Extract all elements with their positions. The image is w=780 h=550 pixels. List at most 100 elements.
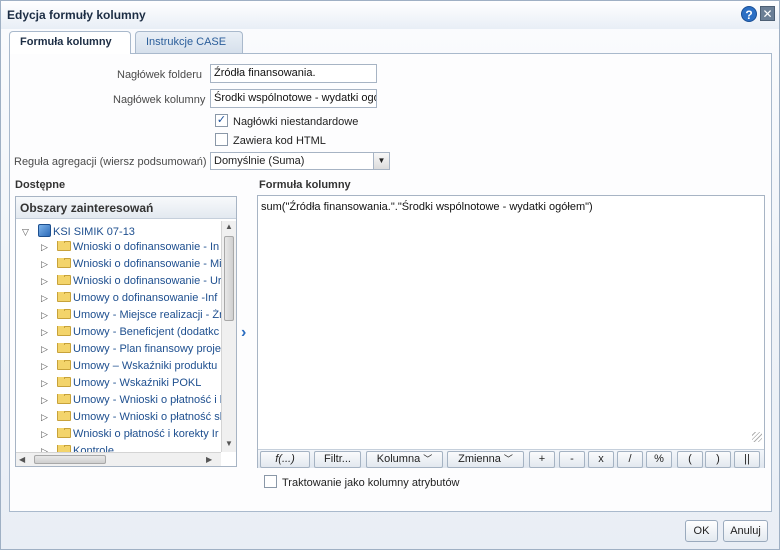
minus-operator-button[interactable]: - xyxy=(559,451,585,468)
collapsed-triangle-icon[interactable]: ▷ xyxy=(41,310,57,321)
tree-folder-item[interactable]: ▷ Umowy - Wskaźniki POKL xyxy=(41,377,233,393)
aggregation-rule-value: Domyślnie (Suma) xyxy=(214,155,305,167)
scroll-up-arrow-icon[interactable]: ▲ xyxy=(225,222,233,231)
tree-folder-item[interactable]: ▷ Umowy – Wskaźniki produktu i xyxy=(41,360,233,376)
chevron-down-icon[interactable]: ▼ xyxy=(373,153,389,169)
custom-headers-label: Nagłówki niestandardowe xyxy=(233,116,359,128)
edit-column-formula-dialog: Edycja formuły kolumny ? ✕ Formuła kolum… xyxy=(0,0,780,550)
folder-icon xyxy=(57,394,71,404)
horizontal-scroll-thumb[interactable] xyxy=(34,455,106,464)
scroll-left-arrow-icon[interactable]: ◀ xyxy=(19,455,25,464)
tree-folder-item[interactable]: ▷ Umowy - Beneficjent (dodatkc xyxy=(41,326,233,342)
close-icon[interactable]: ✕ xyxy=(760,6,775,21)
move-right-arrow-icon[interactable]: › xyxy=(241,324,246,342)
tree-folder-item[interactable]: ▷ Umowy - Wnioski o płatność sl xyxy=(41,411,233,427)
formula-editor[interactable]: sum("Źródła finansowania."."Środki wspól… xyxy=(257,195,765,468)
collapsed-triangle-icon[interactable]: ▷ xyxy=(41,327,57,338)
subject-areas-header: Obszary zainteresowań xyxy=(16,197,236,219)
folder-label: Umowy - Beneficjent (dodatkc xyxy=(73,326,220,338)
folder-icon xyxy=(57,292,71,302)
collapsed-triangle-icon[interactable]: ▷ xyxy=(41,395,57,406)
tree-horizontal-scrollbar[interactable]: ◀ ▶ xyxy=(16,452,221,466)
tree-root-node[interactable]: ▽ KSI SIMIK 07-13 xyxy=(22,224,135,240)
folder-header-input[interactable]: Źródła finansowania. xyxy=(210,64,377,83)
dialog-title: Edycja formuły kolumny xyxy=(7,8,146,22)
folder-label: Wnioski o dofinansowanie - In xyxy=(73,241,220,253)
tab-case-statements[interactable]: Instrukcje CASE xyxy=(135,31,243,53)
tree-folder-item[interactable]: ▷ Wnioski o dofinansowanie - In xyxy=(41,241,233,257)
formula-toolbar: f(...) Filtr... Kolumna ﹀ Zmienna ﹀ + - x … xyxy=(258,449,764,468)
folder-icon xyxy=(57,309,71,319)
chevron-down-icon: ﹀ xyxy=(423,454,433,464)
folder-icon xyxy=(57,326,71,336)
collapsed-triangle-icon[interactable]: ▷ xyxy=(41,344,57,355)
aggregation-rule-select[interactable]: Domyślnie (Suma) ▼ xyxy=(210,152,390,170)
aggregation-rule-label: Reguła agregacji (wiersz podsumowań) xyxy=(14,156,207,168)
filter-button[interactable]: Filtr... xyxy=(314,451,361,468)
collapsed-triangle-icon[interactable]: ▷ xyxy=(41,429,57,440)
available-heading: Dostępne xyxy=(15,179,66,191)
folder-label: Umowy - Wnioski o płatność i l xyxy=(73,394,223,406)
expanded-triangle-icon[interactable]: ▽ xyxy=(22,227,38,238)
attribute-columns-checkbox[interactable] xyxy=(264,475,277,488)
tree-folder-item[interactable]: ▷ Wnioski o dofinansowanie - Mi xyxy=(41,258,233,274)
variable-menu-label: Zmienna xyxy=(458,453,501,465)
concat-operator-button[interactable]: || xyxy=(734,451,760,468)
column-menu-button[interactable]: Kolumna ﹀ xyxy=(366,451,443,468)
column-header-input[interactable]: Środki wspólnotowe - wydatki ogó xyxy=(210,89,377,108)
folder-label: Wnioski o dofinansowanie - Ur xyxy=(73,275,222,287)
tree-folder-item[interactable]: ▷ Wnioski o dofinansowanie - Ur xyxy=(41,275,233,291)
tree-folder-item[interactable]: ▷ Umowy - Wnioski o płatność i l xyxy=(41,394,233,410)
cancel-button[interactable]: Anuluj xyxy=(723,520,768,542)
folder-header-label: Nagłówek folderu xyxy=(117,69,202,81)
scroll-down-arrow-icon[interactable]: ▼ xyxy=(225,439,233,448)
percent-operator-button[interactable]: % xyxy=(646,451,672,468)
plus-operator-button[interactable]: + xyxy=(529,451,555,468)
tree-folder-item[interactable]: ▷ Umowy o dofinansowanie -Inf xyxy=(41,292,233,308)
collapsed-triangle-icon[interactable]: ▷ xyxy=(41,242,57,253)
tree-vertical-scrollbar[interactable]: ▲ ▼ xyxy=(221,221,236,452)
tab-column-formula[interactable]: Formuła kolumny xyxy=(9,31,131,54)
column-header-label: Nagłówek kolumny xyxy=(113,94,206,106)
folder-label: Umowy - Plan finansowy proje xyxy=(73,343,221,355)
contains-html-checkbox[interactable] xyxy=(215,133,228,146)
tree-root-label: KSI SIMIK 07-13 xyxy=(53,226,135,238)
collapsed-triangle-icon[interactable]: ▷ xyxy=(41,276,57,287)
collapsed-triangle-icon[interactable]: ▷ xyxy=(41,361,57,372)
folder-label: Umowy o dofinansowanie -Inf xyxy=(73,292,218,304)
scroll-right-arrow-icon[interactable]: ▶ xyxy=(206,455,212,464)
tree-folder-item[interactable]: ▷ Umowy - Plan finansowy proje xyxy=(41,343,233,359)
divide-operator-button[interactable]: / xyxy=(617,451,643,468)
folder-icon xyxy=(57,377,71,387)
folder-label: Umowy - Wskaźniki POKL xyxy=(73,377,202,389)
tree-folder-item[interactable]: ▷ Umowy - Miejsce realizacji - Źr xyxy=(41,309,233,325)
collapsed-triangle-icon[interactable]: ▷ xyxy=(41,259,57,270)
folder-icon xyxy=(57,411,71,421)
help-icon[interactable]: ? xyxy=(741,6,757,22)
folder-icon xyxy=(57,428,71,438)
close-paren-button[interactable]: ) xyxy=(705,451,731,468)
function-button[interactable]: f(...) xyxy=(260,451,310,468)
folder-icon xyxy=(57,275,71,285)
variable-menu-button[interactable]: Zmienna ﹀ xyxy=(447,451,524,468)
folder-icon xyxy=(57,360,71,370)
custom-headers-checkbox[interactable]: ✓ xyxy=(215,114,228,127)
attribute-columns-label: Traktowanie jako kolumny atrybutów xyxy=(282,477,460,489)
tree-folder-item[interactable]: ▷ Wnioski o płatność i korekty Ir xyxy=(41,428,233,444)
subject-area-cube-icon xyxy=(38,224,51,237)
folder-label: Umowy - Miejsce realizacji - Źr xyxy=(73,309,223,321)
collapsed-triangle-icon[interactable]: ▷ xyxy=(41,378,57,389)
resize-grip-icon[interactable] xyxy=(752,432,762,442)
collapsed-triangle-icon[interactable]: ▷ xyxy=(41,412,57,423)
multiply-operator-button[interactable]: x xyxy=(588,451,614,468)
formula-textarea[interactable]: sum("Źródła finansowania."."Środki wspól… xyxy=(261,201,593,213)
folder-label: Wnioski o płatność i korekty Ir xyxy=(73,428,219,440)
ok-button[interactable]: OK xyxy=(685,520,718,542)
vertical-scroll-thumb[interactable] xyxy=(224,236,234,321)
formula-heading: Formuła kolumny xyxy=(259,179,351,191)
open-paren-button[interactable]: ( xyxy=(677,451,703,468)
collapsed-triangle-icon[interactable]: ▷ xyxy=(41,293,57,304)
folder-icon xyxy=(57,258,71,268)
contains-html-label: Zawiera kod HTML xyxy=(233,135,326,147)
folder-label: Umowy - Wnioski o płatność sl xyxy=(73,411,223,423)
